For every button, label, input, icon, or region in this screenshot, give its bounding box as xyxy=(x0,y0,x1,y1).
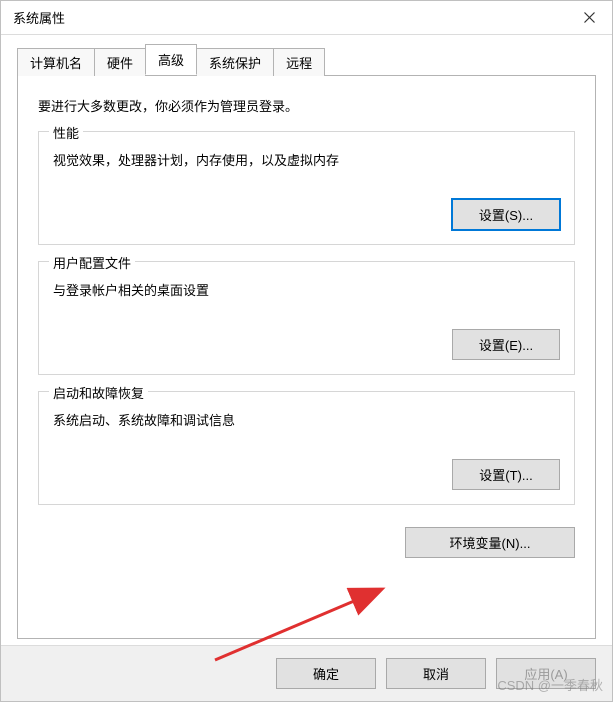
user-profiles-legend: 用户配置文件 xyxy=(49,253,135,272)
system-properties-dialog: 系统属性 计算机名 硬件 高级 系统保护 远程 要进行大多数更改，你必须作为管理… xyxy=(0,0,613,702)
performance-legend: 性能 xyxy=(49,123,83,142)
advanced-tab-page: 要进行大多数更改，你必须作为管理员登录。 性能 视觉效果，处理器计划，内存使用，… xyxy=(17,75,596,639)
tab-remote[interactable]: 远程 xyxy=(273,48,325,76)
ok-button[interactable]: 确定 xyxy=(276,658,376,689)
startup-recovery-group: 启动和故障恢复 系统启动、系统故障和调试信息 设置(T)... xyxy=(38,391,575,505)
tab-advanced[interactable]: 高级 xyxy=(145,44,197,75)
tab-computer-name[interactable]: 计算机名 xyxy=(17,48,95,76)
cancel-button[interactable]: 取消 xyxy=(386,658,486,689)
titlebar: 系统属性 xyxy=(1,1,612,35)
apply-button[interactable]: 应用(A) xyxy=(496,658,596,689)
tab-strip: 计算机名 硬件 高级 系统保护 远程 xyxy=(17,49,596,75)
environment-variables-button[interactable]: 环境变量(N)... xyxy=(405,527,575,558)
close-button[interactable] xyxy=(566,1,612,35)
performance-desc: 视觉效果，处理器计划，内存使用，以及虚拟内存 xyxy=(53,150,560,169)
dialog-footer: 确定 取消 应用(A) xyxy=(1,645,612,701)
admin-notice: 要进行大多数更改，你必须作为管理员登录。 xyxy=(38,96,575,115)
performance-settings-button[interactable]: 设置(S)... xyxy=(452,199,560,230)
startup-recovery-desc: 系统启动、系统故障和调试信息 xyxy=(53,410,560,429)
user-profiles-settings-button[interactable]: 设置(E)... xyxy=(452,329,560,360)
user-profiles-group: 用户配置文件 与登录帐户相关的桌面设置 设置(E)... xyxy=(38,261,575,375)
performance-group: 性能 视觉效果，处理器计划，内存使用，以及虚拟内存 设置(S)... xyxy=(38,131,575,245)
dialog-title: 系统属性 xyxy=(13,8,65,27)
user-profiles-desc: 与登录帐户相关的桌面设置 xyxy=(53,280,560,299)
startup-recovery-legend: 启动和故障恢复 xyxy=(49,383,148,402)
tab-hardware[interactable]: 硬件 xyxy=(94,48,146,76)
dialog-content: 计算机名 硬件 高级 系统保护 远程 要进行大多数更改，你必须作为管理员登录。 … xyxy=(1,35,612,645)
tab-system-protection[interactable]: 系统保护 xyxy=(196,48,274,76)
close-icon xyxy=(584,12,595,23)
startup-recovery-settings-button[interactable]: 设置(T)... xyxy=(452,459,560,490)
